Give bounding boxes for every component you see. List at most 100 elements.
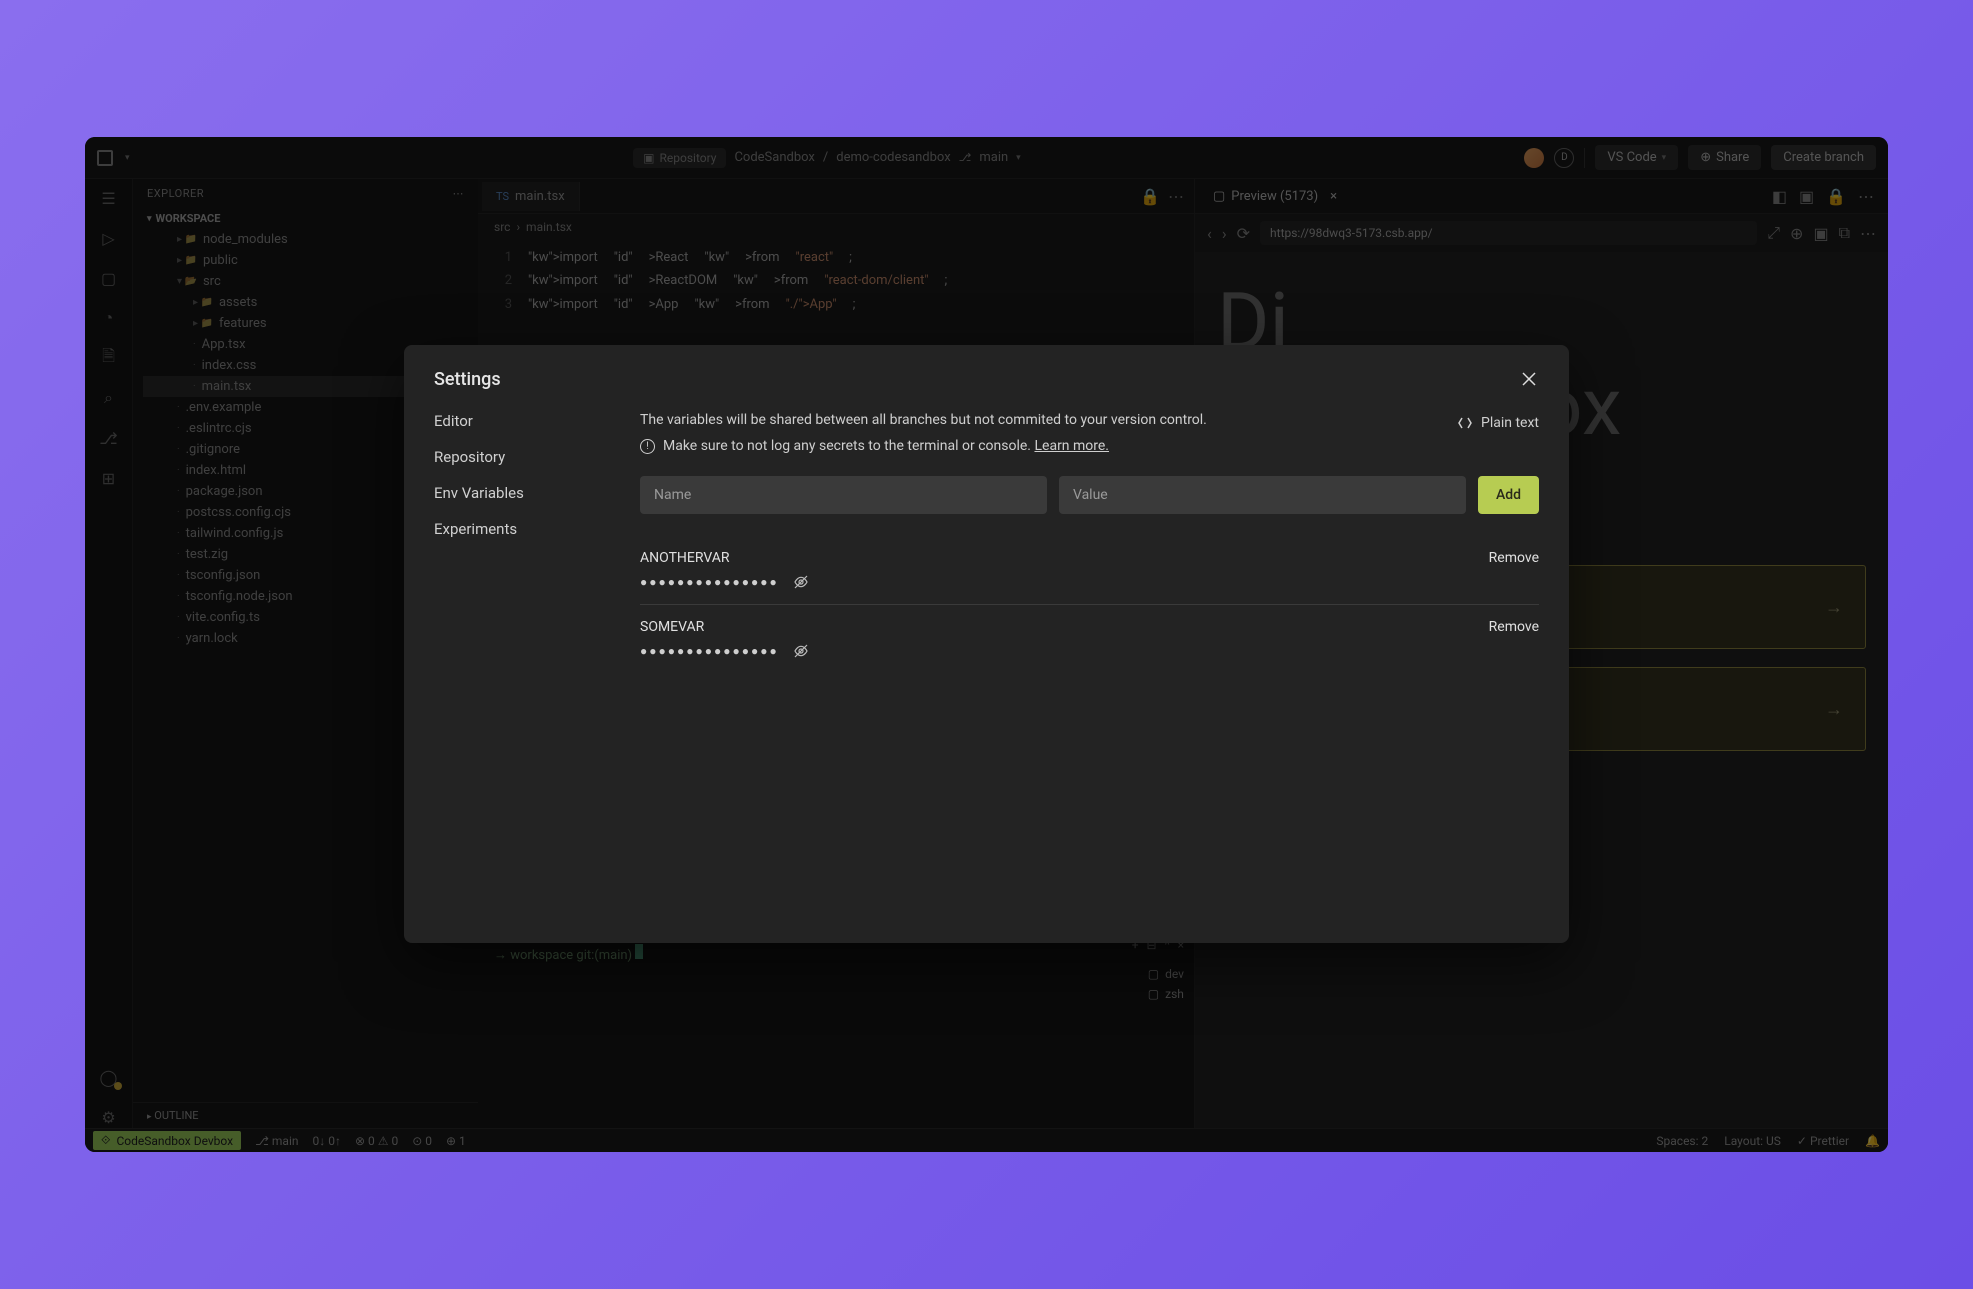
file-assets[interactable]: ▸ 📁assets	[143, 292, 478, 313]
extensions-icon[interactable]: ⊞	[98, 467, 120, 489]
file-icon: ▸ 📁	[193, 318, 213, 329]
avatar-secondary[interactable]: D	[1554, 148, 1574, 168]
modal-title: Settings	[434, 369, 501, 390]
nav-env-variables[interactable]: Env Variables	[434, 484, 604, 502]
file-icon: ▸ 📁	[177, 255, 197, 266]
env-var-name: ANOTHERVAR	[640, 550, 809, 566]
close-icon[interactable]	[1521, 371, 1539, 389]
nav-experiments[interactable]: Experiments	[434, 520, 604, 538]
expand-icon[interactable]: ⤢	[1767, 223, 1780, 243]
split-icon[interactable]: ◧	[1772, 187, 1787, 206]
back-icon[interactable]: ‹	[1207, 224, 1212, 243]
eye-off-icon[interactable]	[793, 643, 809, 659]
eye-off-icon[interactable]	[793, 574, 809, 590]
breadcrumb-repo[interactable]: demo-codesandbox	[836, 150, 950, 165]
learn-more-link[interactable]: Learn more.	[1034, 438, 1109, 454]
file-icon: ·	[177, 633, 180, 644]
file-icon: ·	[177, 507, 180, 518]
chevron-down-icon[interactable]: ▾	[125, 153, 130, 163]
env-value-input[interactable]	[1059, 476, 1466, 514]
file-icon: ·	[177, 423, 180, 434]
file-src[interactable]: ▾ 📂src	[143, 271, 478, 292]
status-sync[interactable]: 0↓ 0↑	[313, 1134, 341, 1148]
add-button[interactable]: Add	[1478, 476, 1539, 514]
github-icon[interactable]: ◔	[98, 307, 120, 329]
topbar: ▾ ▣ Repository CodeSandbox / demo-codesa…	[85, 137, 1888, 179]
env-variables-panel: Plain text The variables will be shared …	[640, 412, 1539, 913]
workspace-header[interactable]: ▾ WORKSPACE	[133, 208, 478, 229]
remove-button[interactable]: Remove	[1489, 550, 1539, 566]
breadcrumb-org[interactable]: CodeSandbox	[734, 150, 814, 165]
terminal[interactable]: + ⊟ ^ × ▢dev ▢zsh → workspace git:(main)	[478, 933, 1194, 1128]
run-icon[interactable]: ▷	[98, 227, 120, 249]
nav-editor[interactable]: Editor	[434, 412, 604, 430]
lock-icon[interactable]: 🔒	[1826, 187, 1846, 206]
more-icon[interactable]: ⋯	[453, 187, 465, 200]
avatar[interactable]	[1524, 148, 1544, 168]
reload-icon[interactable]: ⟳	[1237, 224, 1250, 243]
env-var-name: SOMEVAR	[640, 619, 809, 635]
more-icon[interactable]: ⋯	[1860, 224, 1876, 243]
env-var-row: SOMEVAR●●●●●●●●●●●●●●●Remove	[640, 605, 1539, 673]
close-icon[interactable]: ×	[1330, 189, 1337, 204]
scm-icon[interactable]: ⎇	[98, 427, 120, 449]
create-branch-button[interactable]: Create branch	[1771, 145, 1876, 170]
app-logo-icon[interactable]	[97, 150, 113, 166]
tab-preview[interactable]: ▢ Preview (5173) ×	[1203, 183, 1347, 210]
repo-pill-label: Repository	[660, 151, 717, 165]
file-icon: ·	[177, 549, 180, 560]
breadcrumb-branch[interactable]: main	[979, 150, 1008, 165]
status-bell-icon[interactable]: 🔔	[1865, 1134, 1880, 1148]
status-layout[interactable]: Layout: US	[1724, 1134, 1781, 1148]
code-editor[interactable]: 1"kw">import "id">React "kw">from "react…	[478, 240, 1194, 322]
file-public[interactable]: ▸ 📁public	[143, 250, 478, 271]
file-icon: ·	[177, 402, 180, 413]
status-bar: ⟐ CodeSandbox Devbox ⎇ main 0↓ 0↑ ⊗ 0 ⚠ …	[85, 1128, 1888, 1152]
status-errors[interactable]: ⊗ 0 ⚠ 0	[355, 1134, 398, 1148]
arrow-right-icon: →	[1825, 597, 1843, 618]
remove-button[interactable]: Remove	[1489, 619, 1539, 635]
forward-icon[interactable]: ›	[1222, 224, 1227, 243]
env-name-input[interactable]	[640, 476, 1047, 514]
outline-header[interactable]: ▸ OUTLINE	[133, 1102, 478, 1128]
search-icon[interactable]: ⌕	[98, 387, 120, 409]
status-radio[interactable]: ⊙ 0	[412, 1134, 432, 1148]
branch-chevron-icon[interactable]: ▾	[1016, 153, 1021, 163]
status-prettier[interactable]: ✓ Prettier	[1797, 1134, 1849, 1148]
preview-url-input[interactable]: https://98dwq3-5173.csb.app/	[1260, 221, 1757, 245]
add-icon[interactable]: ⊕	[1790, 224, 1803, 243]
terminal-session-dev[interactable]: ▢dev	[1148, 964, 1184, 984]
nav-repository[interactable]: Repository	[434, 448, 604, 466]
window-icon[interactable]: ▣	[1813, 224, 1828, 243]
globe-icon: ⊕	[1700, 150, 1711, 165]
gear-icon[interactable]: ⚙	[98, 1106, 120, 1128]
share-button[interactable]: ⊕ Share	[1688, 145, 1761, 170]
status-port[interactable]: ⊕ 1	[446, 1134, 466, 1148]
env-note: ! Make sure to not log any secrets to th…	[640, 438, 1539, 454]
chevron-right-icon: ▸	[147, 1112, 152, 1122]
status-codesandbox-chip[interactable]: ⟐ CodeSandbox Devbox	[93, 1131, 241, 1150]
account-icon[interactable]: ◯	[98, 1066, 120, 1088]
vscode-button[interactable]: VS Code ▾	[1595, 145, 1678, 170]
status-spaces[interactable]: Spaces: 2	[1656, 1134, 1708, 1148]
box-icon[interactable]: ▢	[98, 267, 120, 289]
plain-text-toggle[interactable]: Plain text	[1457, 415, 1539, 431]
link-icon[interactable]: ⧉	[1839, 223, 1850, 243]
repository-pill[interactable]: ▣ Repository	[633, 148, 726, 168]
menu-icon[interactable]: ☰	[98, 187, 120, 209]
tab-main-tsx[interactable]: TS main.tsx	[482, 182, 580, 211]
files-icon[interactable]: 🗎	[98, 347, 120, 369]
lock-icon[interactable]: 🔒	[1140, 187, 1160, 206]
activity-bar: ☰ ▷ ▢ ◔ 🗎 ⌕ ⎇ ⊞ ◯ ⚙	[85, 179, 133, 1128]
file-node-modules[interactable]: ▸ 📁node_modules	[143, 229, 478, 250]
more-icon[interactable]: ⋯	[1168, 187, 1184, 206]
status-branch[interactable]: ⎇ main	[255, 1134, 298, 1148]
editor-breadcrumb[interactable]: src › main.tsx	[478, 214, 1194, 240]
layout-icon[interactable]: ▣	[1799, 187, 1814, 206]
repo-icon: ▣	[643, 151, 654, 165]
file-features[interactable]: ▸ 📁features	[143, 313, 478, 334]
more-icon[interactable]: ⋯	[1858, 187, 1874, 206]
terminal-prompt: → workspace git:(main)	[494, 944, 1178, 963]
terminal-session-zsh[interactable]: ▢zsh	[1148, 984, 1184, 1004]
file-icon: ▸ 📁	[193, 297, 213, 308]
